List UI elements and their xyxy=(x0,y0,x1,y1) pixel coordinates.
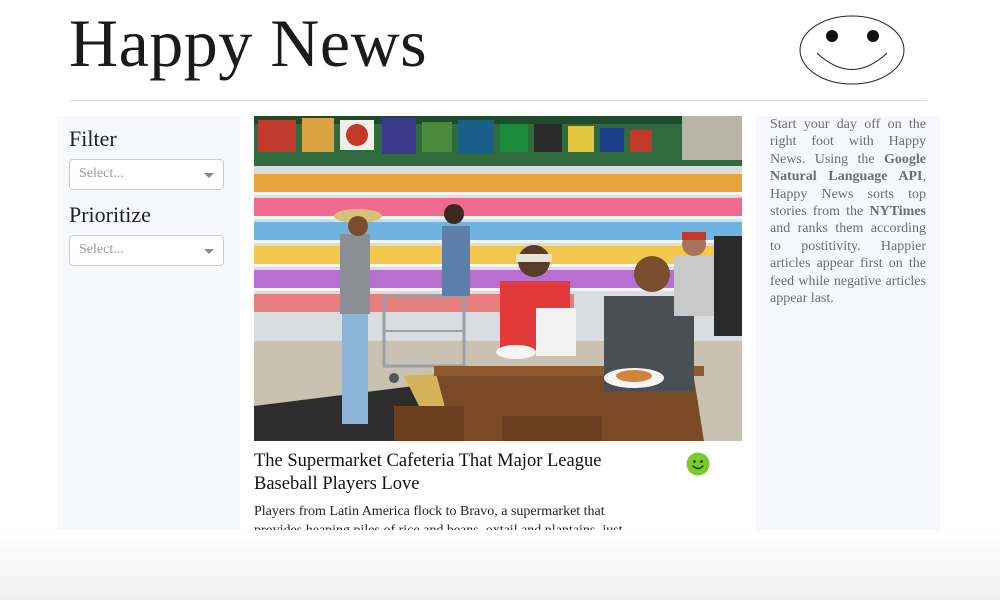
page-title: Happy News xyxy=(69,5,428,81)
header: Happy News xyxy=(0,0,1000,101)
green-smiley-icon xyxy=(686,452,710,476)
header-divider xyxy=(69,100,927,101)
chevron-down-icon xyxy=(204,173,214,178)
prioritize-label: Prioritize xyxy=(69,202,151,227)
filter-label: Filter xyxy=(69,126,117,151)
article-summary: Players from Latin America flock to Brav… xyxy=(254,504,623,530)
filter-select[interactable]: Select... xyxy=(69,159,224,190)
chevron-down-icon xyxy=(204,249,214,254)
about-text-part: and ranks them according to postitivity.… xyxy=(770,221,926,307)
article-card: The Supermarket Cafeteria That Major Lea… xyxy=(254,116,742,530)
sidebar: Filter Select... Prioritize Select... xyxy=(57,116,240,530)
prioritize-select-placeholder: Select... xyxy=(79,242,124,257)
prioritize-select[interactable]: Select... xyxy=(69,235,224,266)
article-headline[interactable]: The Supermarket Cafeteria That Major Lea… xyxy=(254,450,654,496)
article-photo[interactable] xyxy=(254,116,742,441)
about-text: Start your day off on the right foot wit… xyxy=(770,116,926,307)
smiley-face-icon xyxy=(799,15,905,85)
filter-select-placeholder: Select... xyxy=(79,166,124,181)
about-panel: Start your day off on the right foot wit… xyxy=(756,116,940,530)
page-bottom-fade xyxy=(0,530,1000,600)
nytimes-name: NYTimes xyxy=(869,204,926,220)
